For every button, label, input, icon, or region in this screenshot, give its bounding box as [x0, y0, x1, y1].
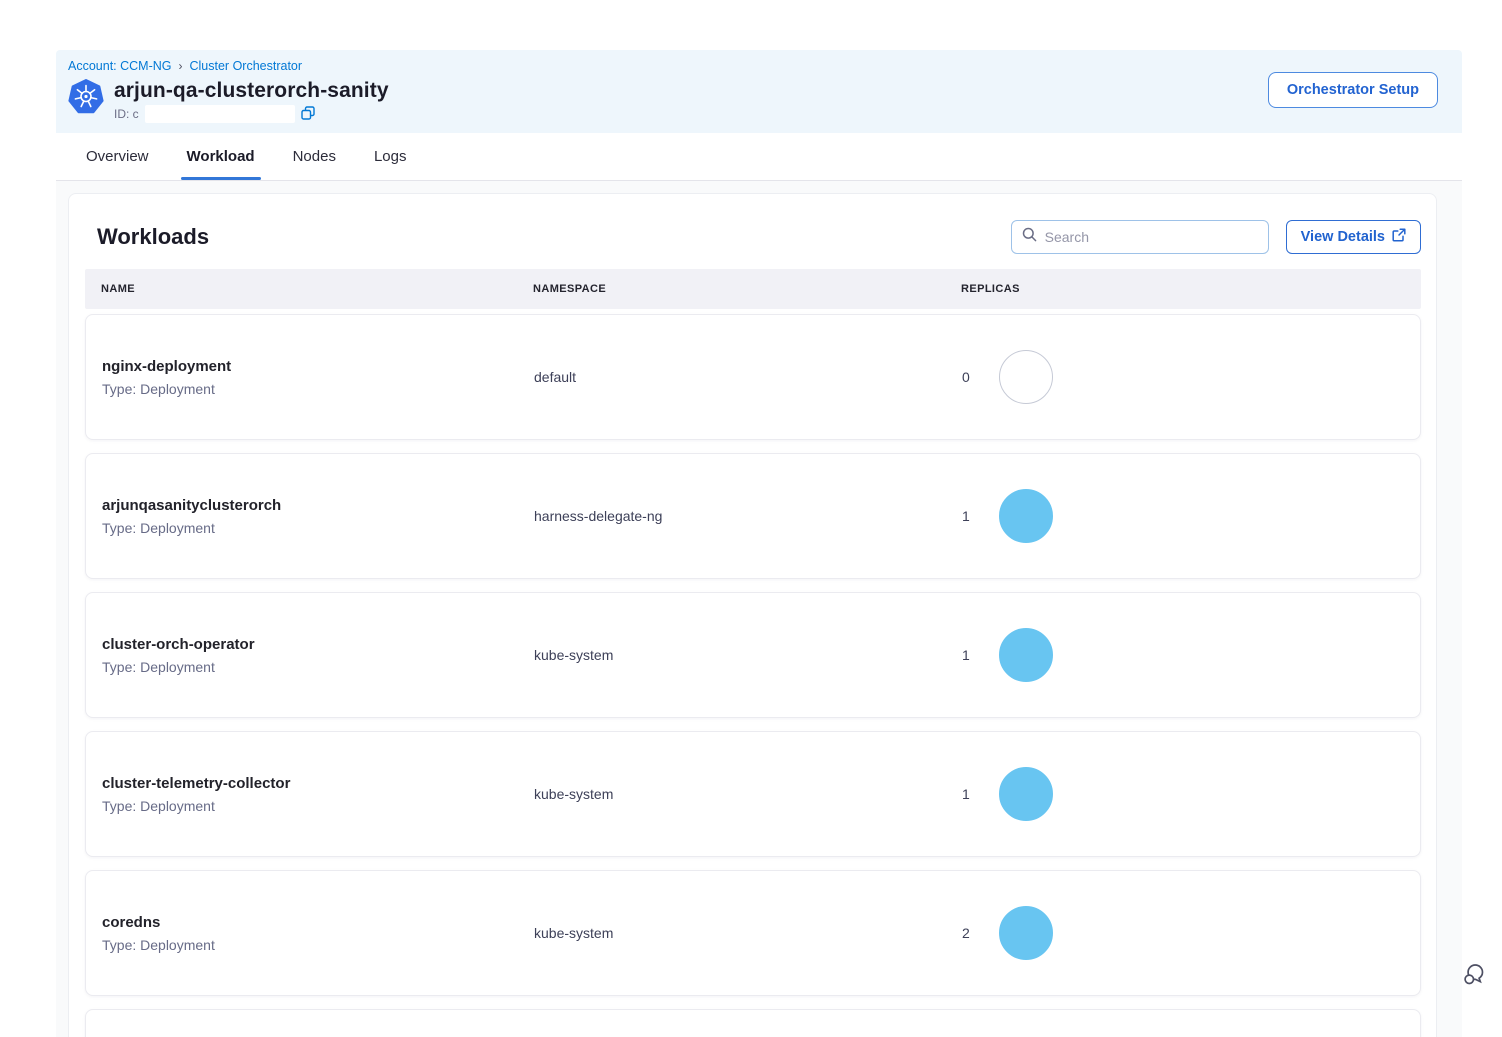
- workload-namespace: default: [534, 369, 962, 385]
- workload-type: Type: Deployment: [102, 520, 534, 536]
- view-details-button[interactable]: View Details: [1286, 220, 1421, 254]
- workloads-search[interactable]: [1011, 220, 1269, 254]
- breadcrumb-separator: ›: [179, 59, 183, 73]
- breadcrumb-account-link[interactable]: Account: CCM-NG: [68, 59, 172, 73]
- copy-icon[interactable]: [301, 106, 315, 123]
- workload-type: Type: Deployment: [102, 937, 534, 953]
- breadcrumb-section-link[interactable]: Cluster Orchestrator: [190, 59, 303, 73]
- replica-count: 1: [962, 508, 972, 524]
- workload-name: coredns: [102, 914, 534, 931]
- chat-bubble-icon[interactable]: [1460, 960, 1488, 988]
- workload-namespace: kube-system: [534, 925, 962, 941]
- workload-namespace: kube-system: [534, 647, 962, 663]
- replica-status-circle: [999, 767, 1053, 821]
- replica-count: 2: [962, 925, 972, 941]
- page-title: arjun-qa-clusterorch-sanity: [114, 79, 389, 103]
- workload-name: cluster-orch-operator: [102, 636, 534, 653]
- table-row[interactable]: nginx-deployment Type: Deployment defaul…: [85, 314, 1421, 440]
- search-input[interactable]: [1045, 229, 1258, 245]
- column-header-replicas: REPLICAS: [961, 283, 1421, 295]
- tab-overview[interactable]: Overview: [84, 133, 151, 180]
- workload-name: arjunqasanityclusterorch: [102, 497, 534, 514]
- page-header: Account: CCM-NG › Cluster Orchestrator: [56, 50, 1462, 133]
- workload-namespace: harness-delegate-ng: [534, 508, 962, 524]
- replica-status-circle: [999, 350, 1053, 404]
- workloads-panel: Workloads View Details: [68, 193, 1437, 1037]
- workload-type: Type: Deployment: [102, 798, 534, 814]
- table-header: NAME NAMESPACE REPLICAS: [85, 269, 1421, 309]
- tab-logs[interactable]: Logs: [372, 133, 409, 180]
- cluster-id-label: ID: c: [114, 107, 139, 121]
- external-link-icon: [1392, 228, 1406, 246]
- replica-status-circle: [999, 628, 1053, 682]
- view-details-label: View Details: [1301, 229, 1385, 245]
- column-header-name: NAME: [101, 283, 533, 295]
- breadcrumb: Account: CCM-NG › Cluster Orchestrator: [68, 59, 1438, 73]
- search-icon: [1022, 227, 1037, 247]
- workload-type: Type: Deployment: [102, 381, 534, 397]
- cluster-id-redacted: [145, 105, 295, 123]
- replica-count: 1: [962, 786, 972, 802]
- tab-nodes[interactable]: Nodes: [291, 133, 338, 180]
- table-row[interactable]: coredns Type: Deployment kube-system 2: [85, 870, 1421, 996]
- workload-name: nginx-deployment: [102, 358, 534, 375]
- column-header-namespace: NAMESPACE: [533, 283, 961, 295]
- orchestrator-setup-button[interactable]: Orchestrator Setup: [1268, 72, 1438, 108]
- workloads-title: Workloads: [97, 224, 209, 250]
- tab-workload[interactable]: Workload: [185, 133, 257, 180]
- workload-name: cluster-telemetry-collector: [102, 775, 534, 792]
- cluster-orchestrator-app: Account: CCM-NG › Cluster Orchestrator: [56, 50, 1462, 1037]
- replica-count: 1: [962, 647, 972, 663]
- table-row[interactable]: cluster-telemetry-collector Type: Deploy…: [85, 731, 1421, 857]
- tab-bar: Overview Workload Nodes Logs: [56, 133, 1462, 181]
- workloads-table-body: nginx-deployment Type: Deployment defaul…: [85, 314, 1421, 1037]
- replica-status-circle: [999, 489, 1053, 543]
- table-row[interactable]: arjunqasanityclusterorch Type: Deploymen…: [85, 453, 1421, 579]
- content-area: Workloads View Details: [56, 181, 1462, 1037]
- workload-type: Type: Deployment: [102, 659, 534, 675]
- replica-status-circle: [999, 906, 1053, 960]
- table-row-partial[interactable]: [85, 1009, 1421, 1037]
- table-row[interactable]: cluster-orch-operator Type: Deployment k…: [85, 592, 1421, 718]
- replica-count: 0: [962, 369, 972, 385]
- workload-namespace: kube-system: [534, 786, 962, 802]
- kubernetes-logo-icon: [68, 79, 104, 115]
